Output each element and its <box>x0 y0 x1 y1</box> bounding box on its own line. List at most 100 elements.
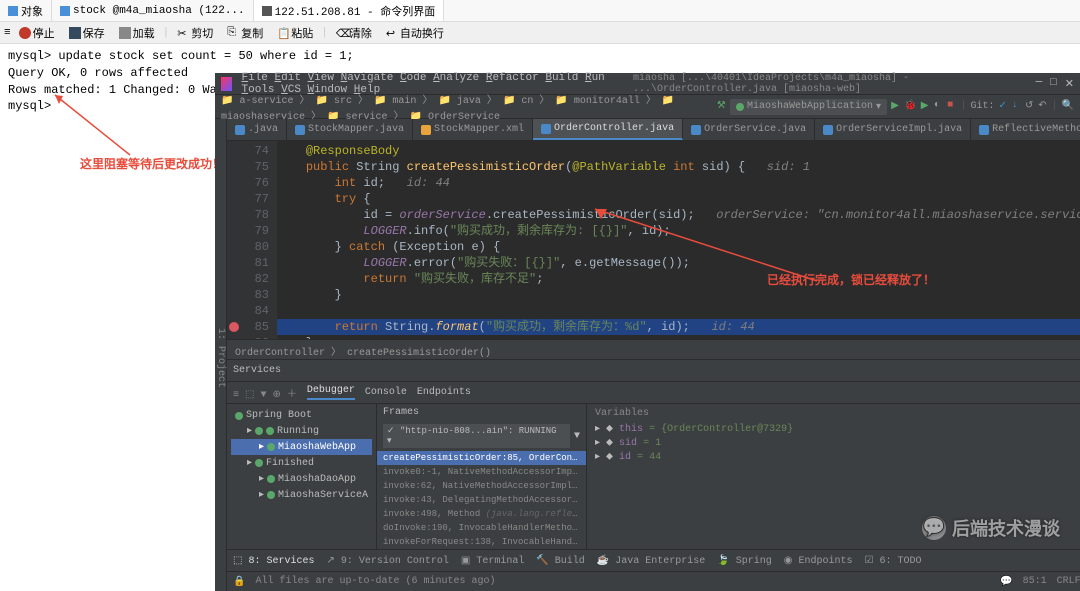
editor[interactable]: 747576777879808182838485868788 @Response… <box>227 141 1080 339</box>
menu-edit[interactable]: Edit <box>275 72 301 84</box>
chat-icon[interactable]: 💬 <box>1000 576 1012 588</box>
services-tool-tab[interactable]: ⬚ 8: Services <box>233 555 314 567</box>
run-config-selector[interactable]: MiaoshaWebApplication ▾ <box>730 99 887 115</box>
annotation-block: 这里阻塞等待后更改成功！ <box>80 155 224 172</box>
profile-icon[interactable]: ◐ <box>934 100 943 114</box>
cut-button[interactable]: ✂剪切 <box>171 23 219 43</box>
line-sep[interactable]: CRLF <box>1057 576 1080 587</box>
hammer-icon[interactable]: ⚒ <box>717 100 726 114</box>
variable-row[interactable]: ▸ ⬥ id = 44 <box>595 450 1080 464</box>
copy-button[interactable]: ⎘复制 <box>221 23 269 43</box>
paste-button[interactable]: 📋粘贴 <box>271 23 319 43</box>
close-icon[interactable]: ✕ <box>1065 77 1074 91</box>
editor-tab[interactable]: StockMapper.java <box>287 119 413 140</box>
code-line: try { <box>277 191 1080 207</box>
editor-tab[interactable]: OrderService.java <box>683 119 815 140</box>
load-button[interactable]: 加载 <box>113 23 161 43</box>
menu-run[interactable]: Run <box>585 72 605 84</box>
save-button[interactable]: 保存 <box>63 23 111 43</box>
breadcrumb-item[interactable]: 📁 monitor4all <box>555 96 639 107</box>
menu-navigate[interactable]: Navigate <box>341 72 394 84</box>
tree-item[interactable]: ▸ Running <box>231 423 372 439</box>
editor-tab[interactable]: OrderServiceImpl.java <box>815 119 971 140</box>
project-tool-tab[interactable]: 1: Project <box>215 119 227 591</box>
editor-tab[interactable]: ReflectiveMethodInvocation.class <box>971 119 1080 140</box>
stack-frame[interactable]: doInvoke:190, InvocableHandlerMethod (or… <box>377 521 586 535</box>
caret-pos[interactable]: 85:1 <box>1023 576 1047 587</box>
thread-selector[interactable]: ✓ "http-nio-808...ain": RUNNING ▾ <box>383 424 570 448</box>
autowrap-button[interactable]: ↩自动换行 <box>380 23 450 43</box>
run-icon[interactable]: ▶ <box>891 100 900 114</box>
stack-frame[interactable]: invokeForRequest:138, InvocableHandlerMe… <box>377 535 586 549</box>
menu-file[interactable]: File <box>242 72 268 84</box>
breadcrumb-item[interactable]: 📁 src <box>315 96 351 107</box>
panel-controls[interactable]: ≡ ⬚ ▼ ⊕ ＋ <box>233 385 297 401</box>
endpoints-tab[interactable]: Endpoints <box>417 387 471 398</box>
stack-frame[interactable]: createPessimisticOrder:85, OrderControll… <box>377 451 586 465</box>
variable-row[interactable]: ▸ ⬥ sid = 1 <box>595 436 1080 450</box>
git-revert-icon[interactable]: ↶ <box>1038 100 1047 114</box>
editor-gutter[interactable]: 747576777879808182838485868788 <box>227 141 277 339</box>
stack-frame[interactable]: invoke0:-1, NativeMethodAccessorImpl (su… <box>377 465 586 479</box>
console-tab[interactable]: Console <box>365 387 407 398</box>
search-icon[interactable]: 🔍 <box>1062 100 1074 114</box>
menu-analyze[interactable]: Analyze <box>433 72 479 84</box>
coverage-icon[interactable]: ▶ <box>921 100 930 114</box>
wrap-icon: ↩ <box>386 27 398 39</box>
menu-refactor[interactable]: Refactor <box>486 72 539 84</box>
debugger-tab[interactable]: Debugger <box>307 385 355 400</box>
lock-icon[interactable]: 🔒 <box>233 576 245 588</box>
build-tool-tab[interactable]: 🔨 Build <box>536 555 584 567</box>
services-title: Services <box>233 365 281 376</box>
breadcrumb-item[interactable]: 📁 a-service <box>221 96 293 107</box>
clear-button[interactable]: ⌫清除 <box>330 23 378 43</box>
breadcrumb-item[interactable]: 📁 java <box>438 96 480 107</box>
tree-item[interactable]: ▸ Finished <box>231 455 372 471</box>
endpoints-tool-tab[interactable]: ◉ Endpoints <box>784 555 853 567</box>
breakpoint-icon[interactable] <box>229 322 239 332</box>
stack-frame[interactable]: invoke:43, DelegatingMethodAccessorImpl … <box>377 493 586 507</box>
menu-code[interactable]: Code <box>400 72 426 84</box>
tree-item[interactable]: ▸ MiaoshaWebApp <box>231 439 372 455</box>
tree-item[interactable]: Spring Boot <box>231 408 372 423</box>
vcs-tool-tab[interactable]: ↗ 9: Version Control <box>326 555 448 567</box>
debug-icon[interactable]: 🐞 <box>904 100 916 114</box>
editor-tab[interactable]: .java <box>227 119 287 140</box>
code-line: int id; id: 44 <box>277 175 1080 191</box>
stop-button[interactable]: 停止 <box>13 23 61 43</box>
tree-item[interactable]: ▸ MiaoshaDaoApp <box>231 471 372 487</box>
stack-frame[interactable]: invoke:498, Method (java.lang.reflect) <box>377 507 586 521</box>
stop-icon[interactable]: ■ <box>947 100 956 114</box>
minimize-icon[interactable]: ─ <box>1036 77 1043 91</box>
frames-panel: Frames ✓ "http-nio-808...ain": RUNNING ▾… <box>377 404 587 549</box>
services-tree[interactable]: Spring Boot▸ Running▸ MiaoshaWebApp▸ Fin… <box>227 404 377 549</box>
editor-tab[interactable]: OrderController.java <box>533 119 683 140</box>
menu-view[interactable]: View <box>308 72 334 84</box>
mysql-tab-cli[interactable]: 122.51.208.81 - 命令列界面 <box>254 0 445 21</box>
git-pull-icon[interactable]: ↓ <box>1012 100 1021 114</box>
status-msg: All files are up-to-date (6 minutes ago) <box>255 576 495 587</box>
breadcrumb-item[interactable]: 📁 main <box>374 96 416 107</box>
editor-tab[interactable]: StockMapper.xml <box>413 119 533 140</box>
javaee-tool-tab[interactable]: ☕ Java Enterprise <box>597 555 705 567</box>
spring-tool-tab[interactable]: 🍃 Spring <box>717 555 771 567</box>
filter-icon[interactable]: ▼ <box>574 431 580 442</box>
menu-build[interactable]: Build <box>545 72 578 84</box>
code-area[interactable]: @ResponseBody public String createPessim… <box>277 141 1080 339</box>
variable-row[interactable]: ▸ ⬥ this = {OrderController@7329} <box>595 422 1080 436</box>
git-update-icon[interactable]: ✓ <box>999 100 1008 114</box>
git-history-icon[interactable]: ↺ <box>1025 100 1034 114</box>
spring-icon <box>267 491 275 499</box>
terminal-tool-tab[interactable]: ▣ Terminal <box>461 555 524 567</box>
maximize-icon[interactable]: □ <box>1050 77 1057 91</box>
menu-strip-icon[interactable]: ≡ <box>4 27 11 39</box>
stack-frame[interactable]: invoke:62, NativeMethodAccessorImpl (sun… <box>377 479 586 493</box>
breadcrumb-item[interactable]: 📁 cn <box>503 96 533 107</box>
spring-icon <box>267 475 275 483</box>
editor-breadcrumb[interactable]: OrderController 〉 createPessimisticOrder… <box>227 339 1080 359</box>
mysql-tab-obj[interactable]: 对象 <box>0 0 52 21</box>
tree-item[interactable]: ▸ MiaoshaServiceA <box>231 487 372 503</box>
file-icon <box>235 125 245 135</box>
mysql-tab-stock[interactable]: stock @m4a_miaosha (122... <box>52 0 254 21</box>
todo-tool-tab[interactable]: ☑ 6: TODO <box>865 555 922 567</box>
